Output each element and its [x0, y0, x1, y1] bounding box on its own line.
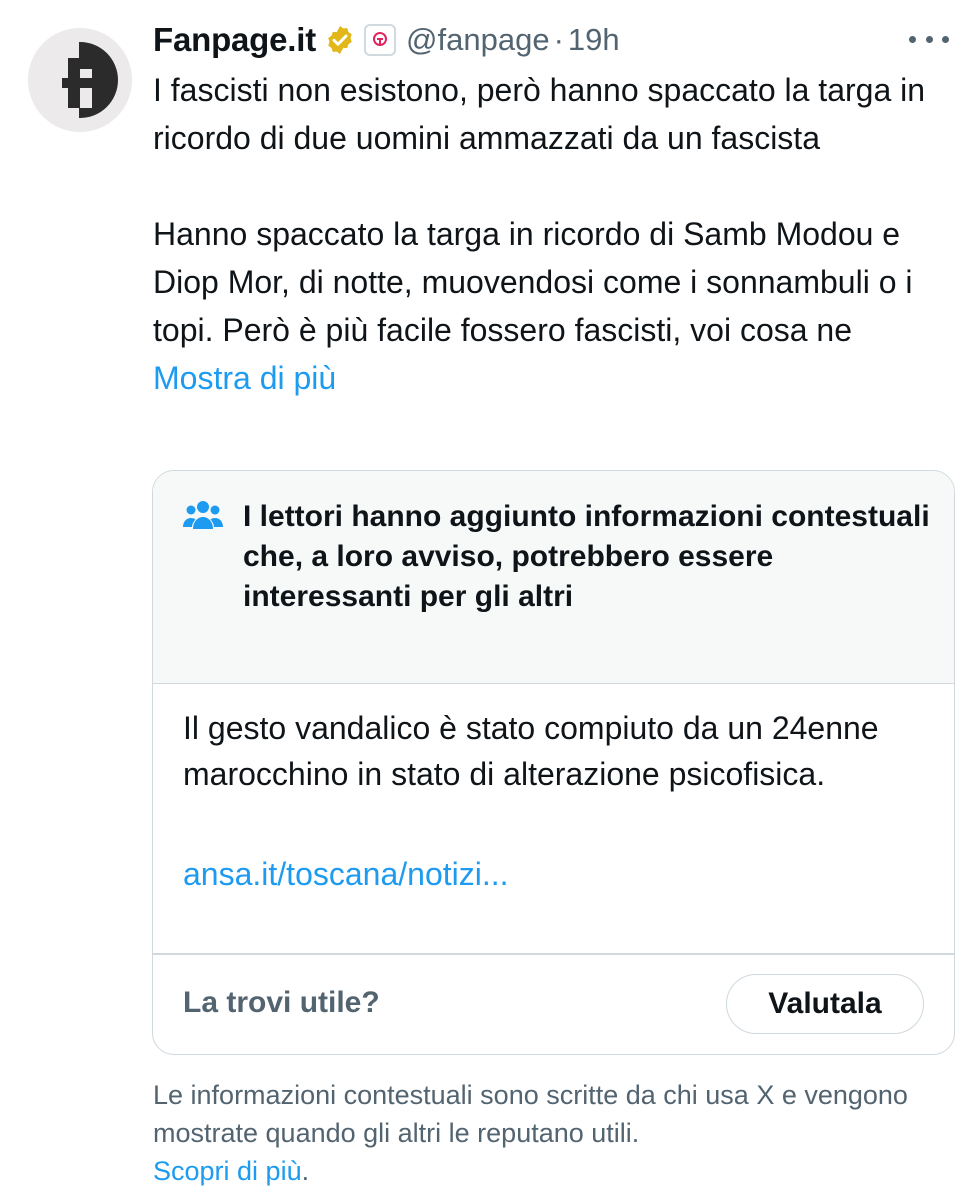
footer-text: Le informazioni contestuali sono scritte… [153, 1080, 908, 1148]
community-note-footer: Le informazioni contestuali sono scritte… [153, 1076, 953, 1190]
footer-period: . [301, 1156, 310, 1186]
community-note-body: Il gesto vandalico è stato compiuto da u… [183, 710, 879, 792]
community-note-header: I lettori hanno aggiunto informazioni co… [153, 471, 954, 684]
people-icon [183, 501, 223, 529]
tweet-paragraph-2-text: Hanno spaccato la targa in ricordo di Sa… [153, 216, 913, 348]
verified-badge-icon[interactable] [324, 24, 356, 56]
tweet-header: Fanpage.it @fanpage · 19h [153, 18, 620, 62]
author-name[interactable]: Fanpage.it [153, 21, 316, 59]
affiliate-badge-icon[interactable] [364, 24, 397, 56]
avatar[interactable] [28, 28, 132, 132]
community-note-card: I lettori hanno aggiunto informazioni co… [152, 470, 955, 1055]
tweet-text: I fascisti non esistono, però hanno spac… [153, 66, 953, 402]
show-more-link[interactable]: Mostra di più [153, 360, 336, 396]
learn-more-link[interactable]: Scopri di più [153, 1156, 302, 1186]
divider [153, 953, 954, 955]
separator-dot: · [553, 22, 564, 57]
tweet-time[interactable]: 19h [568, 22, 620, 58]
tweet-paragraph-2: Hanno spaccato la targa in ricordo di Sa… [153, 210, 953, 402]
community-note-title: I lettori hanno aggiunto informazioni co… [243, 500, 930, 613]
community-note-source-link[interactable]: ansa.it/toscana/notizi... [183, 851, 509, 897]
tweet-paragraph-1: I fascisti non esistono, però hanno spac… [153, 72, 926, 156]
author-handle[interactable]: @fanpage [406, 22, 550, 58]
useful-question: La trovi utile? [183, 986, 380, 1019]
rate-button[interactable]: Valutala [726, 974, 924, 1034]
more-options-icon[interactable] [909, 24, 949, 54]
fanpage-logo-icon [28, 28, 132, 132]
